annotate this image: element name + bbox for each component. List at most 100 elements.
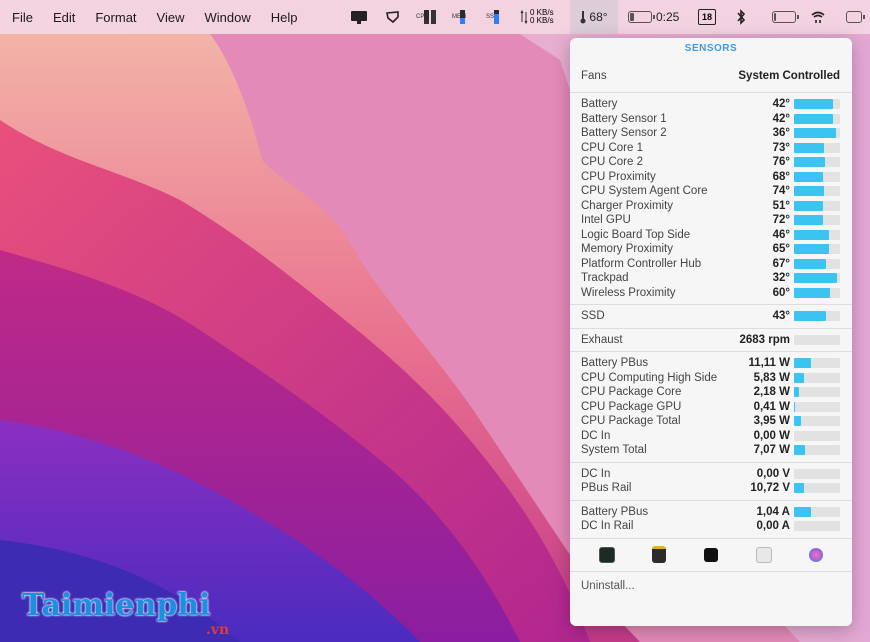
activity-monitor-icon[interactable] — [598, 546, 615, 563]
battery-small-icon — [846, 11, 865, 23]
disk-utility-icon[interactable] — [755, 546, 772, 563]
panel-title: SENSORS — [684, 43, 738, 54]
fans-value: System Controlled — [738, 70, 840, 82]
sensor-level-bar — [794, 157, 840, 168]
sensor-level-bar — [794, 287, 840, 298]
tray-sensors[interactable]: 68° — [570, 0, 618, 34]
temperature-row: Battery 42° — [570, 97, 852, 112]
sensor-label: Exhaust — [581, 333, 623, 346]
sensor-level-fill — [794, 416, 802, 427]
menu-view[interactable]: View — [147, 10, 195, 25]
system-preferences-icon[interactable] — [809, 547, 824, 562]
exhaust-group: Exhaust 2683 rpm — [570, 329, 852, 352]
sensor-label: CPU Computing High Side — [581, 371, 718, 384]
ssd-meter-bar — [494, 10, 499, 24]
console-icon[interactable] — [652, 546, 667, 563]
sensor-level-fill — [794, 229, 829, 240]
menu-window[interactable]: Window — [194, 10, 260, 25]
sensor-level-bar — [794, 372, 840, 383]
sensor-level-bar — [794, 113, 840, 124]
sensor-label: Trackpad — [581, 272, 629, 285]
tray-display-icon[interactable] — [350, 0, 368, 34]
sensor-level-bar — [794, 387, 840, 398]
exhaust-row: Exhaust 2683 rpm — [570, 333, 852, 348]
sensor-level-bar — [794, 171, 840, 182]
calendar-icon: 18 — [698, 9, 716, 25]
sensor-value: 0,00 W — [753, 429, 790, 442]
sensor-level-bar — [794, 229, 840, 240]
wifi-icon — [811, 11, 825, 23]
tray-ssd-meter[interactable]: SSD — [486, 0, 499, 34]
power-row: Battery PBus 11,11 W — [570, 356, 852, 371]
cpu-meter-bar — [424, 10, 429, 24]
sensor-label: CPU Proximity — [581, 170, 656, 183]
battery-outline-icon — [772, 11, 799, 23]
sensor-level-fill — [794, 445, 806, 456]
sensor-level-bar — [794, 483, 840, 494]
temperature-row: CPU Core 2 76° — [570, 155, 852, 170]
sensor-value: 0,00 A — [756, 520, 790, 533]
sensor-label: Battery Sensor 1 — [581, 112, 667, 125]
sensor-label: CPU Core 2 — [581, 156, 643, 169]
temperature-row: CPU Core 1 73° — [570, 141, 852, 156]
uninstall-menu-item[interactable]: Uninstall... — [570, 572, 852, 600]
sensor-label: SSD — [581, 310, 605, 323]
sensor-level-fill — [794, 186, 825, 197]
sensor-level-fill — [794, 401, 796, 412]
temperature-row: CPU Proximity 68° — [570, 170, 852, 185]
sensor-label: Platform Controller Hub — [581, 257, 702, 270]
fans-row[interactable]: Fans System Controlled — [570, 60, 852, 92]
sensor-level-bar — [794, 186, 840, 197]
sensor-level-bar — [794, 430, 840, 441]
power-row: CPU Package GPU 0,41 W — [570, 400, 852, 415]
sensor-label: CPU Package GPU — [581, 400, 682, 413]
sensor-level-bar — [794, 215, 840, 226]
sensor-level-bar — [794, 521, 840, 532]
sensor-level-fill — [794, 113, 833, 124]
temperature-row: Wireless Proximity 60° — [570, 286, 852, 301]
sensor-level-bar — [794, 445, 840, 456]
menu-file[interactable]: File — [0, 10, 43, 25]
watermark-initial: T — [22, 588, 42, 623]
terminal-icon[interactable] — [703, 547, 718, 562]
tray-battery-2[interactable] — [772, 0, 800, 34]
tray-battery-3[interactable] — [846, 0, 866, 34]
sensor-value: 72° — [772, 214, 790, 227]
menu-help[interactable]: Help — [261, 10, 308, 25]
sensor-value: 42° — [772, 112, 790, 125]
tray-hand-icon[interactable] — [384, 0, 402, 34]
sensor-level-fill — [794, 483, 805, 494]
tray-bluetooth[interactable] — [735, 0, 747, 34]
temperature-row: Intel GPU 72° — [570, 213, 852, 228]
sensor-value: 46° — [772, 228, 790, 241]
tray-mem-meter[interactable]: MEM — [452, 0, 466, 34]
tray-cpu-meter[interactable]: CPU — [416, 0, 436, 34]
temperature-group: Battery 42° Battery Sensor 1 42° Battery Sen… — [570, 93, 852, 304]
sensor-value: 11,11 W — [748, 357, 790, 370]
sensor-label: PBus Rail — [581, 482, 632, 495]
sensor-level-fill — [794, 387, 799, 398]
voltage-row: DC In 0,00 V — [570, 467, 852, 482]
menu-format[interactable]: Format — [85, 10, 146, 25]
sensor-value: 3,95 W — [753, 415, 790, 428]
sensor-level-fill — [794, 358, 812, 369]
tray-battery[interactable]: 0:25 — [628, 0, 679, 34]
sensor-level-bar — [794, 401, 840, 412]
sensor-value: 65° — [772, 243, 790, 256]
battery-icon — [628, 11, 655, 23]
sensor-level-bar — [794, 416, 840, 427]
sensor-value: 2,18 W — [753, 386, 790, 399]
tray-network[interactable]: 0 KB/s 0 KB/s — [520, 0, 554, 34]
sensor-level-fill — [794, 171, 823, 182]
watermark-logo: Taimienphi — [22, 588, 211, 623]
sensor-label: CPU Core 1 — [581, 141, 643, 154]
tray-calendar[interactable]: 18 — [698, 0, 716, 34]
temperature-row: Memory Proximity 65° — [570, 242, 852, 257]
fans-label: Fans — [581, 70, 607, 82]
sensor-value: 36° — [772, 127, 790, 140]
sensor-level-fill — [794, 287, 830, 298]
menu-edit[interactable]: Edit — [43, 10, 85, 25]
temperature-row: Charger Proximity 51° — [570, 199, 852, 214]
tray-wifi[interactable] — [810, 0, 826, 34]
mem-meter-label: MEM — [452, 14, 466, 20]
